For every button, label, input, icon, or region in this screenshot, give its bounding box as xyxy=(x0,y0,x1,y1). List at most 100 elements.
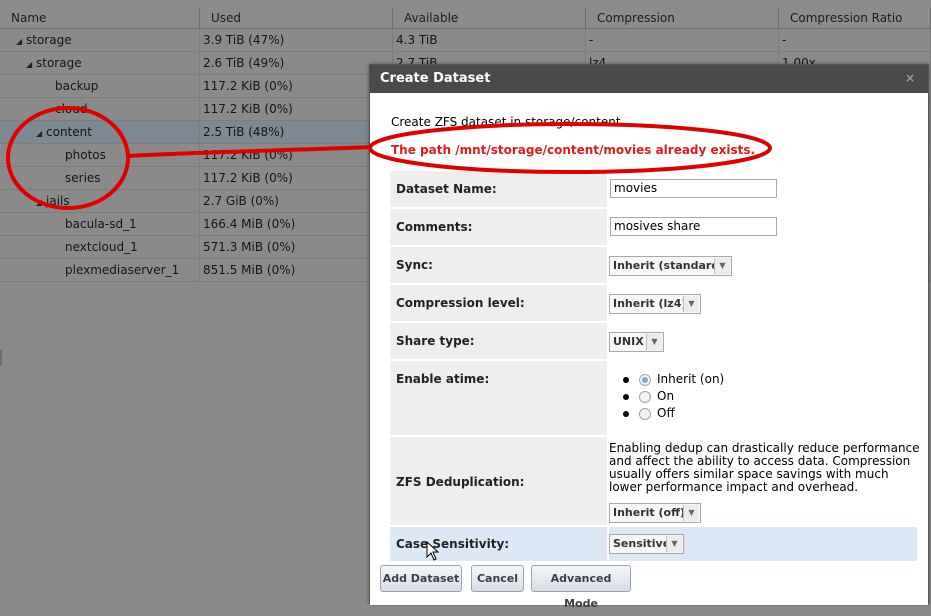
splitter-handle[interactable] xyxy=(0,350,2,366)
cell-used: 117.2 KiB (0%) xyxy=(200,98,393,120)
tree-node-cell: photos xyxy=(0,144,200,166)
atime-option-inherit[interactable]: Inherit (on) xyxy=(623,371,724,388)
dataset-name-text: plexmediaserver_1 xyxy=(65,263,180,277)
tree-node-cell: ◢ jails xyxy=(0,190,200,212)
cell-used: 571.3 MiB (0%) xyxy=(200,236,393,258)
row-case-sensitivity: Case Sensitivity: Sensitive ▼ xyxy=(390,527,917,563)
triangle-down-icon[interactable]: ◢ xyxy=(36,192,46,214)
triangle-down-icon[interactable]: ◢ xyxy=(36,123,46,145)
compression-value-cell: Inherit (lz4) ▼ xyxy=(607,285,917,321)
compression-select[interactable]: Inherit (lz4) ▼ xyxy=(609,294,701,314)
case-value-cell: Sensitive ▼ xyxy=(607,527,917,561)
dataset-name-text: cloud xyxy=(55,102,88,116)
row-enable-atime: Enable atime: Inherit (on) On Off xyxy=(390,361,917,437)
sync-value-cell: Inherit (standard) ▼ xyxy=(607,247,917,283)
atime-value-cell: Inherit (on) On Off xyxy=(607,361,917,435)
atime-option-label: Off xyxy=(657,406,675,420)
triangle-down-icon[interactable]: ◢ xyxy=(16,31,26,53)
chevron-down-icon[interactable]: ▼ xyxy=(683,296,699,312)
dialog-body: Create ZFS dataset in storage/content Th… xyxy=(370,93,928,605)
cell-compression: - xyxy=(586,29,779,51)
comments-label: Comments: xyxy=(396,220,473,234)
grid-header: Name Used Available Compression Compress… xyxy=(0,8,931,29)
dataset-name-text: storage xyxy=(36,56,82,70)
radio-button[interactable] xyxy=(639,390,651,403)
comments-input[interactable]: mosives share xyxy=(610,217,777,236)
cell-used: 117.2 KiB (0%) xyxy=(200,167,393,189)
cell-available: 4.3 TiB xyxy=(393,29,586,51)
row-zfs-deduplication: ZFS Deduplication: Enabling dedup can dr… xyxy=(390,437,920,527)
column-header-name[interactable]: Name xyxy=(0,8,200,29)
close-icon[interactable]: × xyxy=(904,72,916,84)
dataset-name-text: content xyxy=(46,125,92,139)
dataset-name-input[interactable]: movies xyxy=(610,179,777,198)
triangle-down-icon[interactable]: ◢ xyxy=(26,54,36,76)
bullet-icon xyxy=(623,376,629,383)
chevron-down-icon[interactable]: ▼ xyxy=(646,334,662,350)
case-selected-value: Sensitive xyxy=(613,537,671,550)
row-dataset-name: Dataset Name: movies xyxy=(390,171,917,209)
row-comments: Comments: mosives share xyxy=(390,209,917,247)
tree-node-cell: series xyxy=(0,167,200,189)
radio-button-checked[interactable] xyxy=(639,373,651,386)
atime-option-label: Inherit (on) xyxy=(657,372,725,386)
dialog-title: Create Dataset xyxy=(380,71,491,86)
toolbar-strip xyxy=(0,0,931,8)
bullet-icon xyxy=(623,410,629,417)
comments-value-cell: mosives share xyxy=(607,209,917,245)
dataset-name-text: backup xyxy=(55,79,99,93)
error-message: The path /mnt/storage/content/movies alr… xyxy=(391,143,756,157)
dedup-value-cell: Enabling dedup can drastically reduce pe… xyxy=(607,437,920,525)
advanced-mode-button[interactable]: Advanced Mode xyxy=(531,565,631,610)
sync-label: Sync: xyxy=(396,258,433,272)
dataset-name-text: series xyxy=(65,171,101,185)
table-row[interactable]: ◢ storage 3.9 TiB (47%) 4.3 TiB - - xyxy=(0,29,931,52)
mouse-cursor-icon xyxy=(426,541,440,561)
chevron-down-icon[interactable]: ▼ xyxy=(683,505,699,521)
column-header-available[interactable]: Available xyxy=(393,8,586,29)
share-type-label: Share type: xyxy=(396,334,475,348)
case-sensitivity-select[interactable]: Sensitive ▼ xyxy=(609,534,684,554)
sync-selected-value: Inherit (standard) xyxy=(613,259,725,272)
share-type-select[interactable]: UNIX ▼ xyxy=(609,332,664,352)
atime-option-off[interactable]: Off xyxy=(623,405,724,422)
atime-radio-group: Inherit (on) On Off xyxy=(623,371,724,422)
column-header-used[interactable]: Used xyxy=(200,8,393,29)
cancel-button[interactable]: Cancel xyxy=(471,565,524,592)
compression-selected-value: Inherit (lz4) xyxy=(613,297,687,310)
dataset-name-label: Dataset Name: xyxy=(396,182,497,196)
dialog-title-bar[interactable]: Create Dataset × xyxy=(370,65,928,93)
tree-node-cell: bacula-sd_1 xyxy=(0,213,200,235)
cell-used: 2.6 TiB (49%) xyxy=(200,52,393,74)
row-compression-level: Compression level: Inherit (lz4) ▼ xyxy=(390,285,917,323)
cell-used: 2.5 TiB (48%) xyxy=(200,121,393,143)
row-share-type: Share type: UNIX ▼ xyxy=(390,323,917,361)
tree-node-cell: nextcloud_1 xyxy=(0,236,200,258)
row-sync: Sync: Inherit (standard) ▼ xyxy=(390,247,917,285)
radio-button[interactable] xyxy=(639,407,651,420)
enable-atime-label: Enable atime: xyxy=(396,372,490,386)
atime-option-on[interactable]: On xyxy=(623,388,724,405)
add-dataset-button[interactable]: Add Dataset xyxy=(380,565,462,592)
tree-node-cell: ◢ storage xyxy=(0,29,200,51)
dedup-select[interactable]: Inherit (off) ▼ xyxy=(609,503,701,523)
share-type-value-cell: UNIX ▼ xyxy=(607,323,917,359)
cell-used: 166.4 MiB (0%) xyxy=(200,213,393,235)
sync-select[interactable]: Inherit (standard) ▼ xyxy=(609,256,732,276)
dataset-name-text: storage xyxy=(26,33,72,47)
chevron-down-icon[interactable]: ▼ xyxy=(714,258,730,274)
share-type-selected-value: UNIX xyxy=(613,335,644,348)
dedup-selected-value: Inherit (off) xyxy=(613,506,686,519)
cell-used: 851.5 MiB (0%) xyxy=(200,259,393,281)
cell-ratio: - xyxy=(779,29,931,51)
zfs-deduplication-label: ZFS Deduplication: xyxy=(396,475,525,489)
cell-used: 117.2 KiB (0%) xyxy=(200,75,393,97)
cell-used: 3.9 TiB (47%) xyxy=(200,29,393,51)
tree-node-cell: backup xyxy=(0,75,200,97)
tree-node-cell: ◢ storage xyxy=(0,52,200,74)
create-dataset-dialog: Create Dataset × Create ZFS dataset in s… xyxy=(369,64,929,610)
chevron-down-icon[interactable]: ▼ xyxy=(666,536,682,552)
column-header-compression-ratio[interactable]: Compression Ratio xyxy=(779,8,931,29)
dialog-intro-text: Create ZFS dataset in storage/content xyxy=(391,115,621,129)
column-header-compression[interactable]: Compression xyxy=(586,8,779,29)
